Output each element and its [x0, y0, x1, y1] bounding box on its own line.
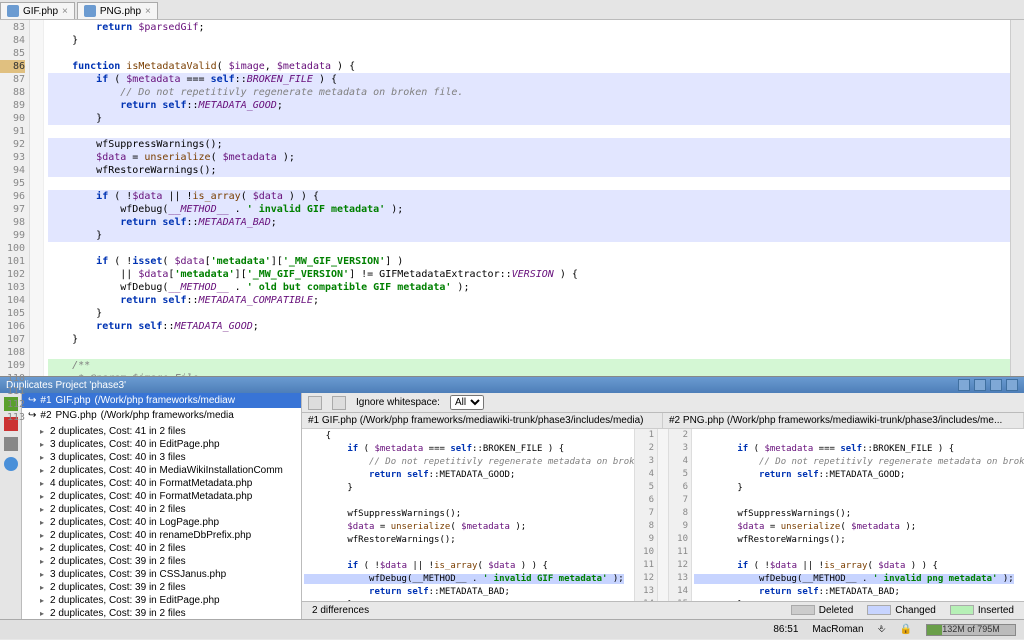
restore-icon[interactable] — [990, 379, 1002, 391]
close-icon[interactable]: × — [145, 6, 151, 17]
gear-icon[interactable] — [958, 379, 970, 391]
cursor-position: 86:51 — [773, 624, 798, 635]
dup-sidebar — [0, 393, 22, 619]
dup-results-list[interactable]: 2 duplicates, Cost: 41 in 2 files3 dupli… — [22, 423, 301, 619]
duplicates-panel: Duplicates Project 'phase3' ↪ #1 GIF.php… — [0, 376, 1024, 619]
code-editor[interactable]: return $parsedGif; } function isMetadata… — [44, 20, 1010, 376]
editor-area: 8384858687888990919293949596979899100101… — [0, 20, 1024, 376]
diff-header-right: #2 PNG.php (/Work/php frameworks/mediawi… — [663, 413, 1024, 428]
tab-png[interactable]: PNG.php × — [77, 2, 158, 19]
diff-headers: #1 GIF.php (/Work/php frameworks/mediawi… — [302, 413, 1024, 429]
dup-panel-title-bar: Duplicates Project 'phase3' — [0, 377, 1024, 393]
diff-left[interactable]: { if ( $metadata === self::BROKEN_FILE )… — [302, 429, 658, 601]
dup-item[interactable]: 4 duplicates, Cost: 40 in FormatMetadata… — [22, 477, 301, 490]
dup-item[interactable]: 2 duplicates, Cost: 40 in renameDbPrefix… — [22, 529, 301, 542]
close-icon[interactable] — [1006, 379, 1018, 391]
diff-count: 2 differences — [312, 605, 369, 616]
minimize-icon[interactable] — [974, 379, 986, 391]
arrow-icon: ↪ — [28, 410, 36, 421]
dup-file-gif[interactable]: ↪ #1 GIF.php (/Work/php frameworks/media… — [22, 393, 301, 408]
dup-list-pane: ↪ #1 GIF.php (/Work/php frameworks/media… — [22, 393, 302, 619]
dup-item[interactable]: 2 duplicates, Cost: 40 in FormatMetadata… — [22, 490, 301, 503]
editor-scrollbar[interactable] — [1010, 20, 1024, 376]
dup-item[interactable]: 2 duplicates, Cost: 39 in 2 files — [22, 607, 301, 619]
editor-tab-bar: GIF.php × PNG.php × — [0, 0, 1024, 20]
dup-item[interactable]: 2 duplicates, Cost: 41 in 2 files — [22, 425, 301, 438]
arrow-icon: ↪ — [28, 395, 36, 406]
file-encoding[interactable]: MacRoman — [812, 624, 863, 635]
close-icon[interactable]: × — [62, 6, 68, 17]
diff-header-left: #1 GIF.php (/Work/php frameworks/mediawi… — [302, 413, 663, 428]
diff-right[interactable]: 23456789101112131415 if ( $metadata === … — [668, 429, 1024, 601]
dup-item[interactable]: 3 duplicates, Cost: 40 in 3 files — [22, 451, 301, 464]
tab-gif[interactable]: GIF.php × — [0, 2, 75, 19]
lock-icon[interactable]: 🔒 — [900, 624, 912, 635]
dup-item[interactable]: 2 duplicates, Cost: 40 in 2 files — [22, 503, 301, 516]
diff-pane: Ignore whitespace: All #1 GIF.php (/Work… — [302, 393, 1024, 619]
dup-panel-toolbar — [958, 379, 1018, 391]
next-diff-icon[interactable] — [332, 396, 346, 410]
php-file-icon — [84, 5, 96, 17]
dup-item[interactable]: 2 duplicates, Cost: 39 in 2 files — [22, 581, 301, 594]
diff-icon[interactable] — [4, 437, 18, 451]
dup-item[interactable]: 3 duplicates, Cost: 40 in EditPage.php — [22, 438, 301, 451]
dup-item[interactable]: 2 duplicates, Cost: 40 in LogPage.php — [22, 516, 301, 529]
tab-label: GIF.php — [23, 6, 58, 17]
dup-file-png[interactable]: ↪ #2 PNG.php (/Work/php frameworks/media — [22, 408, 301, 423]
diff-toolbar: Ignore whitespace: All — [302, 393, 1024, 413]
fold-gutter[interactable] — [30, 20, 44, 376]
dup-item[interactable]: 2 duplicates, Cost: 39 in EditPage.php — [22, 594, 301, 607]
tab-label: PNG.php — [100, 6, 141, 17]
diff-legend: 2 differences Deleted Changed Inserted — [302, 601, 1024, 619]
line-gutter[interactable]: 8384858687888990919293949596979899100101… — [0, 20, 30, 376]
dup-item[interactable]: 2 duplicates, Cost: 39 in 2 files — [22, 555, 301, 568]
php-file-icon — [7, 5, 19, 17]
status-bar: 86:51 MacRoman ⎀ 🔒 132M of 795M — [0, 619, 1024, 639]
dup-item[interactable]: 3 duplicates, Cost: 39 in CSSJanus.php — [22, 568, 301, 581]
memory-indicator[interactable]: 132M of 795M — [926, 624, 1016, 636]
prev-diff-icon[interactable] — [308, 396, 322, 410]
insert-mode-icon[interactable]: ⎀ — [878, 624, 886, 635]
ignore-whitespace-label: Ignore whitespace: — [356, 397, 440, 408]
ignore-whitespace-select[interactable]: All — [450, 395, 484, 410]
help-icon[interactable] — [4, 457, 18, 471]
dup-item[interactable]: 2 duplicates, Cost: 40 in MediaWikiInsta… — [22, 464, 301, 477]
dup-item[interactable]: 2 duplicates, Cost: 40 in 2 files — [22, 542, 301, 555]
